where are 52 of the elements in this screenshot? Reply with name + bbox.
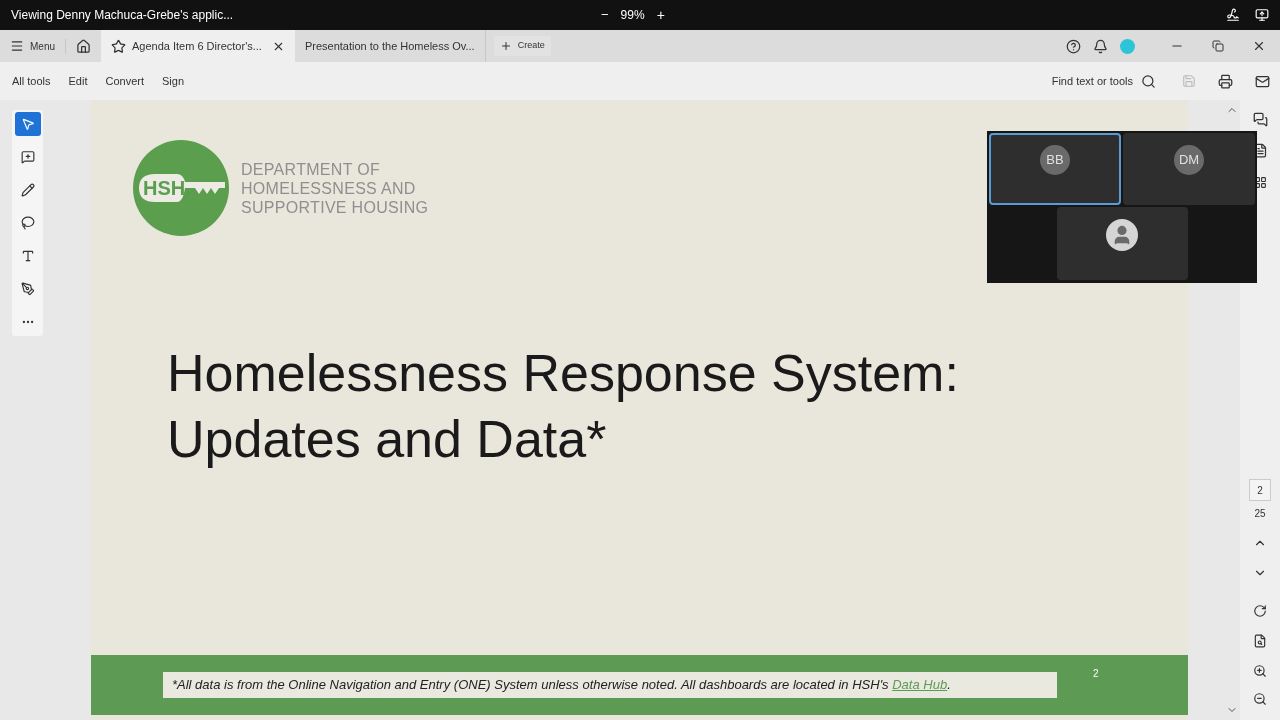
logo-text: HSH [143, 178, 186, 198]
share-title: Viewing Denny Machuca-Grebe's applic... [11, 7, 235, 24]
zoom-out-button[interactable]: − [601, 5, 609, 25]
person-icon [1106, 219, 1138, 251]
toolbar-menu[interactable]: Convert [105, 72, 145, 90]
footnote: *All data is from the Online Navigation and Entry (ONE) System unless otherwise noted. All dashboards are located in HSH's Data Hub. [172, 676, 951, 695]
document-tab[interactable]: Agenda Item 6 Director's... [101, 30, 295, 62]
help-icon[interactable] [1066, 38, 1081, 54]
menu-icon [10, 39, 24, 53]
pencil-icon [20, 183, 35, 197]
plus-icon [499, 40, 512, 52]
screen-share-icon[interactable] [1255, 8, 1269, 22]
participant-initials: DM [1174, 145, 1204, 175]
slide-title: Homelessness Response System: [167, 343, 960, 404]
department-name: DEPARTMENT OF [241, 159, 382, 179]
zoom-in-icon[interactable] [1253, 664, 1267, 678]
bell-icon[interactable] [1093, 38, 1108, 54]
search-icon[interactable] [1141, 73, 1156, 89]
zoom-in-button[interactable]: + [656, 4, 665, 26]
department-name: SUPPORTIVE HOUSING [241, 197, 429, 217]
lasso-icon [20, 216, 35, 230]
home-icon[interactable] [76, 38, 91, 54]
restore-icon[interactable] [1212, 40, 1224, 52]
menu-button[interactable]: Menu [10, 38, 66, 54]
annotate-icon[interactable] [1226, 8, 1240, 22]
text-box-icon [20, 249, 35, 263]
star-icon[interactable] [111, 38, 126, 54]
slide-number: 2 [1093, 666, 1099, 681]
pen-icon [20, 282, 35, 296]
page-total: 25 [1254, 507, 1266, 521]
participant-tile[interactable]: DM [1123, 133, 1255, 205]
participant-tile[interactable] [1056, 207, 1188, 280]
page-fit-icon[interactable] [1253, 634, 1267, 648]
zoom-out-icon[interactable] [1253, 692, 1267, 706]
page-number-field[interactable]: 2 [1249, 479, 1271, 501]
participant-initials: BB [1040, 145, 1070, 175]
search-label[interactable]: Find text or tools [1051, 72, 1133, 90]
comments-icon[interactable] [1252, 112, 1268, 127]
toolbar-menu[interactable]: Sign [162, 72, 185, 90]
toolbar-menu[interactable]: All tools [12, 72, 51, 90]
close-icon[interactable] [1252, 39, 1266, 53]
zoom-level: 99% [620, 7, 645, 24]
create-button[interactable]: Create [493, 36, 551, 56]
pointer-icon [20, 117, 35, 131]
print-icon[interactable] [1218, 73, 1233, 89]
mail-icon[interactable] [1255, 73, 1270, 89]
toolbar-menu[interactable]: Edit [68, 72, 88, 90]
comment-icon [20, 150, 35, 164]
rotate-icon[interactable] [1253, 604, 1267, 618]
slide-title: Updates and Data* [167, 409, 608, 470]
department-name: HOMELESSNESS AND [241, 178, 417, 198]
participant-tile[interactable]: BB [989, 133, 1121, 205]
